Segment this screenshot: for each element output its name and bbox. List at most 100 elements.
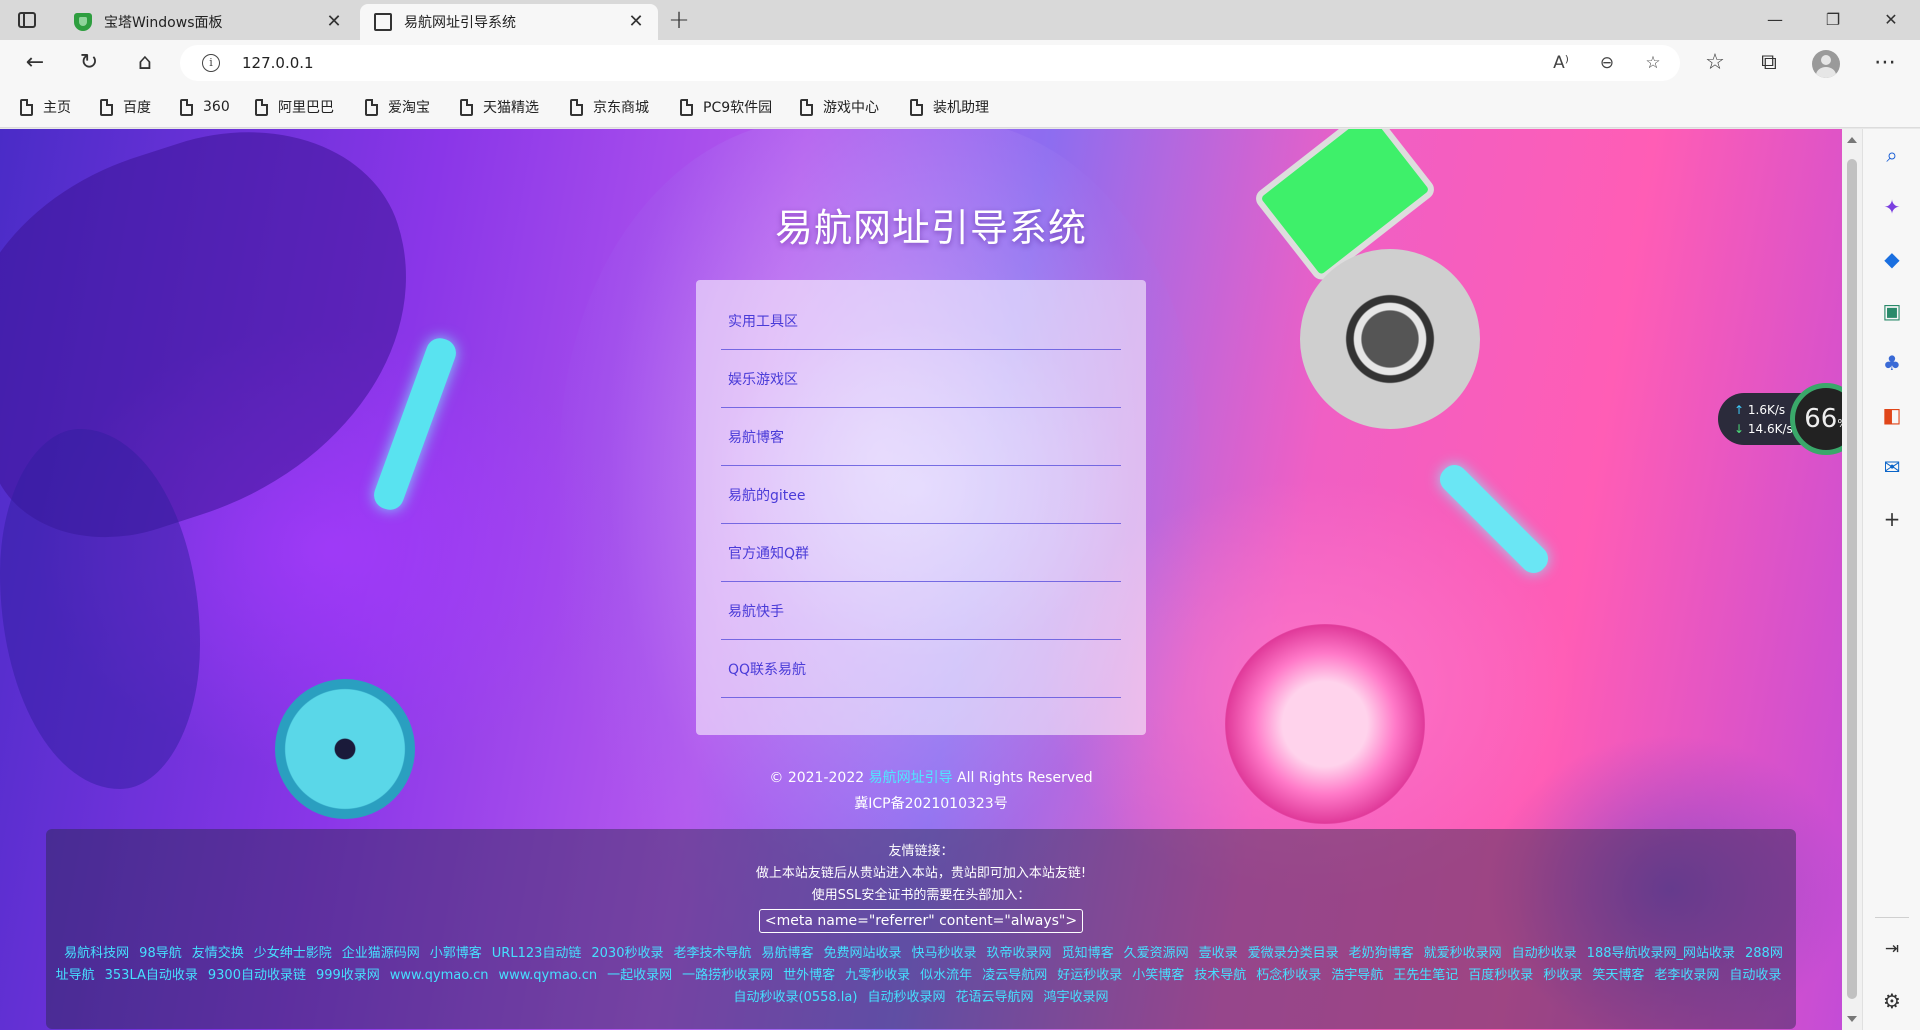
scrollbar-thumb[interactable] [1847,159,1857,999]
tab-baota[interactable]: 宝塔Windows面板 ✕ [60,4,356,40]
bookmark-item[interactable]: 360 [180,95,230,119]
shopping-tag-icon[interactable]: ◆ [1878,245,1906,273]
maximize-button[interactable]: ❐ [1806,0,1860,40]
close-window-button[interactable]: ✕ [1864,0,1918,40]
tab-yihang[interactable]: 易航网址引导系统 ✕ [360,4,658,40]
bookmark-item[interactable]: 游戏中心 [800,95,879,119]
search-icon[interactable]: ⌕ [1878,141,1906,169]
bookmark-item[interactable]: 爱淘宝 [365,95,430,119]
friend-link[interactable]: 花语云导航网 [955,990,1033,1005]
friend-link[interactable]: 世外博客 [783,968,835,983]
favorites-button[interactable]: ☆ [1698,47,1732,79]
friend-link[interactable]: 自动秒收录网 [867,990,945,1005]
friend-link[interactable]: 999收录网 [316,968,380,983]
friend-link[interactable]: 老李收录网 [1654,968,1719,983]
friend-link[interactable]: 九零秒收录 [845,968,910,983]
icp-number[interactable]: 冀ICP备2021010323号 [0,791,1862,817]
friend-link[interactable]: 凌云导航网 [982,968,1047,983]
vertical-scrollbar[interactable] [1842,129,1862,1030]
bookmark-item[interactable]: 京东商城 [570,95,649,119]
minimize-button[interactable]: — [1748,0,1802,40]
friend-link[interactable]: 一路捞秒收录网 [682,968,773,983]
profile-avatar[interactable] [1812,50,1840,78]
friend-link[interactable]: 觅知博客 [1062,946,1114,961]
friend-link[interactable]: www.qymao.cn [390,968,489,983]
friend-link[interactable]: 一起收录网 [607,968,672,983]
office-icon[interactable]: ◧ [1878,401,1906,429]
tab-close-icon[interactable]: ✕ [324,12,344,32]
home-button[interactable]: ⌂ [128,47,162,79]
friend-link[interactable]: 壹收录 [1199,946,1238,961]
friend-link[interactable]: 9300自动收录链 [208,968,306,983]
split-screen-icon[interactable]: ⇥ [1878,935,1906,963]
settings-menu-button[interactable]: ⋯ [1868,47,1902,79]
friend-link[interactable]: 朽念秒收录 [1256,968,1321,983]
address-bar[interactable]: i 127.0.0.1 A⁾ ⊖ ☆ [180,45,1680,81]
zoom-icon[interactable]: ⊖ [1594,51,1620,75]
friend-link[interactable]: 易航博客 [762,946,814,961]
friend-link[interactable]: 就爱秒收录网 [1424,946,1502,961]
nav-link[interactable]: 易航快手 [721,582,1121,640]
tools-icon[interactable]: ▣ [1878,297,1906,325]
bookmark-item[interactable]: 天猫精选 [460,95,539,119]
friend-link[interactable]: 笑天博客 [1592,968,1644,983]
friend-link[interactable]: URL123自动链 [492,946,582,961]
copilot-icon[interactable]: ✦ [1878,193,1906,221]
friend-link[interactable]: 188导航收录网_网站收录 [1587,946,1735,961]
friend-link[interactable]: 爱微录分类目录 [1248,946,1339,961]
back-button[interactable]: ← [18,47,52,79]
bookmark-item[interactable]: 百度 [100,95,151,119]
copyright-link[interactable]: 易航网址引导 [869,770,953,786]
friend-link[interactable]: www.qymao.cn [498,968,597,983]
friend-link[interactable]: 易航科技网 [64,946,129,961]
tab-actions-button[interactable] [14,8,40,32]
tab-close-icon[interactable]: ✕ [626,12,646,32]
friend-link[interactable]: 似水流年 [920,968,972,983]
friend-link[interactable]: 快马秒收录 [912,946,977,961]
friend-link[interactable]: 自动秒收录 [1512,946,1577,961]
friend-link[interactable]: 浩宇导航 [1331,968,1383,983]
friend-link[interactable]: 企业猫源码网 [342,946,420,961]
friend-link[interactable]: 自动秒收录(0558.la) [734,990,858,1005]
friend-link[interactable]: 98导航 [139,946,182,961]
bookmark-item[interactable]: 主页 [20,95,71,119]
bookmark-item[interactable]: 装机助理 [910,95,989,119]
friend-link[interactable]: 技术导航 [1194,968,1246,983]
friend-link[interactable]: 友情交换 [192,946,244,961]
friend-link[interactable]: 免费网站收录 [824,946,902,961]
friend-link[interactable]: 353LA自动收录 [105,968,198,983]
bookmark-item[interactable]: 阿里巴巴 [255,95,334,119]
nav-link[interactable]: 易航博客 [721,408,1121,466]
scroll-up-arrow-icon[interactable] [1847,137,1857,143]
friend-link[interactable]: 秒收录 [1543,968,1582,983]
friend-link[interactable]: 好运秒收录 [1057,968,1122,983]
friend-link[interactable]: 老李技术导航 [673,946,751,961]
nav-link[interactable]: 实用工具区 [721,292,1121,350]
friend-link[interactable]: 老奶狗博客 [1349,946,1414,961]
friend-link[interactable]: 久爱资源网 [1124,946,1189,961]
new-tab-button[interactable]: + [664,6,694,34]
nav-link[interactable]: 官方通知Q群 [721,524,1121,582]
read-aloud-icon[interactable]: A⁾ [1548,51,1574,75]
friend-link[interactable]: 小郭博客 [430,946,482,961]
add-favorite-icon[interactable]: ☆ [1640,51,1666,75]
info-icon[interactable]: i [202,54,220,72]
refresh-button[interactable]: ↻ [72,47,106,79]
friend-link[interactable]: 2030秒收录 [591,946,663,961]
nav-link[interactable]: 易航的gitee [721,466,1121,524]
gear-icon[interactable]: ⚙ [1878,987,1906,1015]
url-text[interactable]: 127.0.0.1 [242,45,314,81]
nav-link[interactable]: 娱乐游戏区 [721,350,1121,408]
add-icon[interactable]: + [1878,505,1906,533]
friend-link[interactable]: 小笑博客 [1132,968,1184,983]
collections-button[interactable]: ⧉ [1752,47,1786,79]
friend-link[interactable]: 百度秒收录 [1468,968,1533,983]
friend-link[interactable]: 王先生笔记 [1393,968,1458,983]
scroll-down-arrow-icon[interactable] [1847,1016,1857,1022]
outlook-icon[interactable]: ✉ [1878,453,1906,481]
friend-link[interactable]: 自动收录 [1729,968,1781,983]
nav-link[interactable]: QQ联系易航 [721,640,1121,698]
games-icon[interactable]: ♣ [1878,349,1906,377]
friend-link[interactable]: 玖帝收录网 [987,946,1052,961]
friend-link[interactable]: 少女绅士影院 [254,946,332,961]
